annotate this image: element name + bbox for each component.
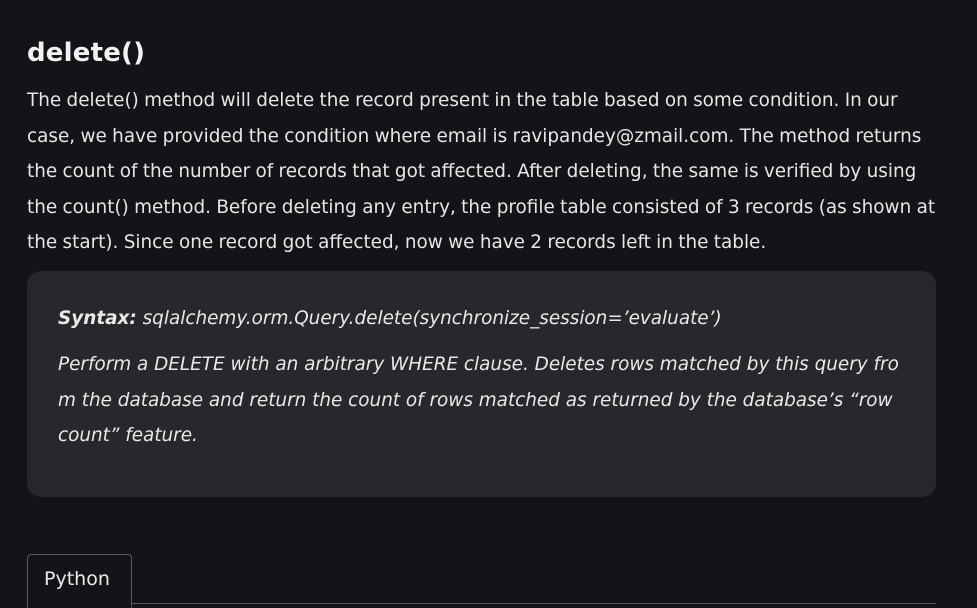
syntax-label: Syntax: (58, 308, 137, 329)
section-paragraph: The delete() method will delete the reco… (27, 90, 936, 254)
syntax-line: Syntax: sqlalchemy.orm.Query.delete(sync… (58, 301, 908, 337)
syntax-signature: sqlalchemy.orm.Query.delete(synchronize_… (136, 308, 722, 329)
syntax-description: Perform a DELETE with an arbitrary WHERE… (58, 354, 899, 446)
tab-python[interactable]: Python (27, 554, 132, 608)
syntax-box: Syntax: sqlalchemy.orm.Query.delete(sync… (27, 271, 936, 497)
article-section: delete() The delete() method will delete… (0, 0, 977, 608)
tab-bar-divider (131, 603, 936, 604)
section-heading: delete() (27, 38, 146, 68)
